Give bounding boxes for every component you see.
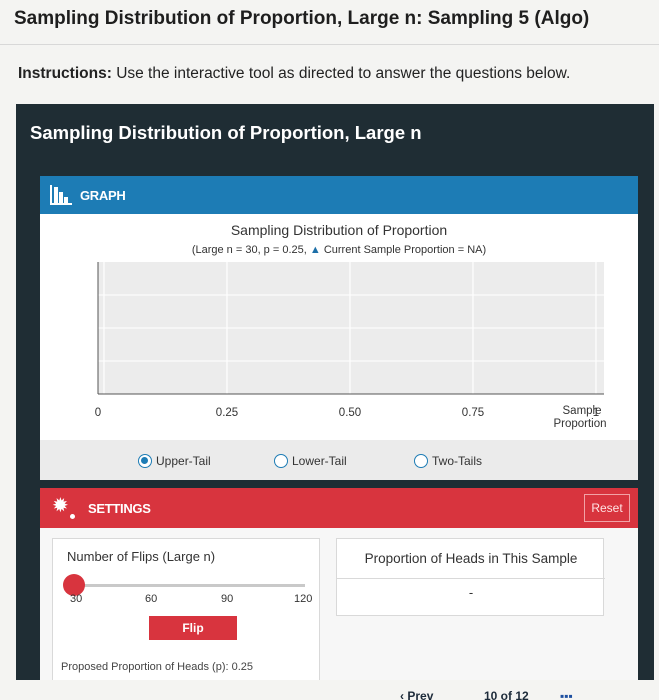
radio-selected-icon	[138, 454, 152, 468]
upper-tail-label: Upper-Tail	[156, 454, 211, 468]
instructions: Instructions: Use the interactive tool a…	[18, 65, 570, 83]
gear-badge-icon	[68, 512, 77, 521]
page-indicator: 10 of 12	[484, 689, 529, 700]
proposed-proportion: Proposed Proportion of Heads (p): 0.25	[61, 661, 254, 673]
chart-title: Sampling Distribution of Proportion	[230, 222, 448, 238]
heads-proportion-value: -	[468, 585, 474, 600]
page-title: Sampling Distribution of Proportion, Lar…	[14, 8, 590, 29]
lower-tail-label: Lower-Tail	[292, 454, 347, 468]
flips-panel: Number of Flips (Large n) 30 60 90 120 F…	[52, 538, 320, 698]
slider-tick-label: 90	[221, 593, 234, 605]
slider-tick-label: 30	[70, 593, 83, 605]
gear-icon: ✹	[52, 495, 69, 517]
graph-label: GRAPH	[80, 188, 126, 203]
interactive-tool: Sampling Distribution of Proportion, Lar…	[16, 104, 654, 700]
flip-button[interactable]: Flip	[149, 616, 237, 640]
flips-label: Number of Flips (Large n)	[67, 549, 216, 564]
x-axis-label: Sample	[563, 405, 602, 417]
x-tick-label: 0.50	[339, 407, 361, 419]
triangle-marker-icon: ▲	[309, 244, 321, 256]
settings-panel: Number of Flips (Large n) 30 60 90 120 F…	[40, 528, 638, 700]
instructions-text: Use the interactive tool as directed to …	[116, 65, 571, 82]
settings-label: SETTINGS	[88, 501, 151, 516]
lower-tail-radio[interactable]: Lower-Tail	[274, 454, 347, 468]
heads-proportion-label: Proportion of Heads in This Sample	[337, 539, 605, 579]
prev-button[interactable]: ‹ Prev	[400, 689, 433, 700]
flips-slider-track[interactable]	[77, 584, 305, 587]
x-tick-label: 0.25	[216, 407, 238, 419]
upper-tail-radio[interactable]: Upper-Tail	[138, 454, 211, 468]
tail-selector: Upper-Tail Lower-Tail Two-Tails	[40, 440, 638, 480]
divider	[0, 44, 659, 45]
x-tick-label: 0	[95, 407, 101, 419]
reset-button[interactable]: Reset	[584, 494, 630, 522]
chart-subtitle-suffix: Current Sample Proportion = NA)	[323, 244, 487, 256]
slider-tick-label: 120	[294, 593, 313, 605]
sample-proportion-panel: Proportion of Heads in This Sample -	[336, 538, 605, 616]
prev-label: Prev	[407, 689, 434, 700]
x-tick-label: 0.75	[462, 407, 484, 419]
x-axis-label: Proportion	[553, 418, 606, 430]
two-tails-radio[interactable]: Two-Tails	[414, 454, 482, 468]
chart-subtitle-prefix: (Large n = 30, p = 0.25,	[191, 244, 307, 256]
tool-title: Sampling Distribution of Proportion, Lar…	[30, 122, 422, 143]
bar-chart-icon	[50, 185, 72, 205]
two-tails-label: Two-Tails	[432, 454, 483, 468]
graph-section-header[interactable]: GRAPH	[40, 176, 638, 214]
instructions-label: Instructions:	[18, 65, 112, 82]
radio-icon	[414, 454, 428, 468]
grid-menu-icon[interactable]: ▪▪▪	[560, 689, 573, 700]
radio-icon	[274, 454, 288, 468]
chart-subtitle: (Large n = 30, p = 0.25, ▲ Current Sampl…	[40, 244, 638, 256]
settings-section-header[interactable]: ✹ SETTINGS Reset	[40, 488, 638, 528]
slider-tick-label: 60	[145, 593, 158, 605]
